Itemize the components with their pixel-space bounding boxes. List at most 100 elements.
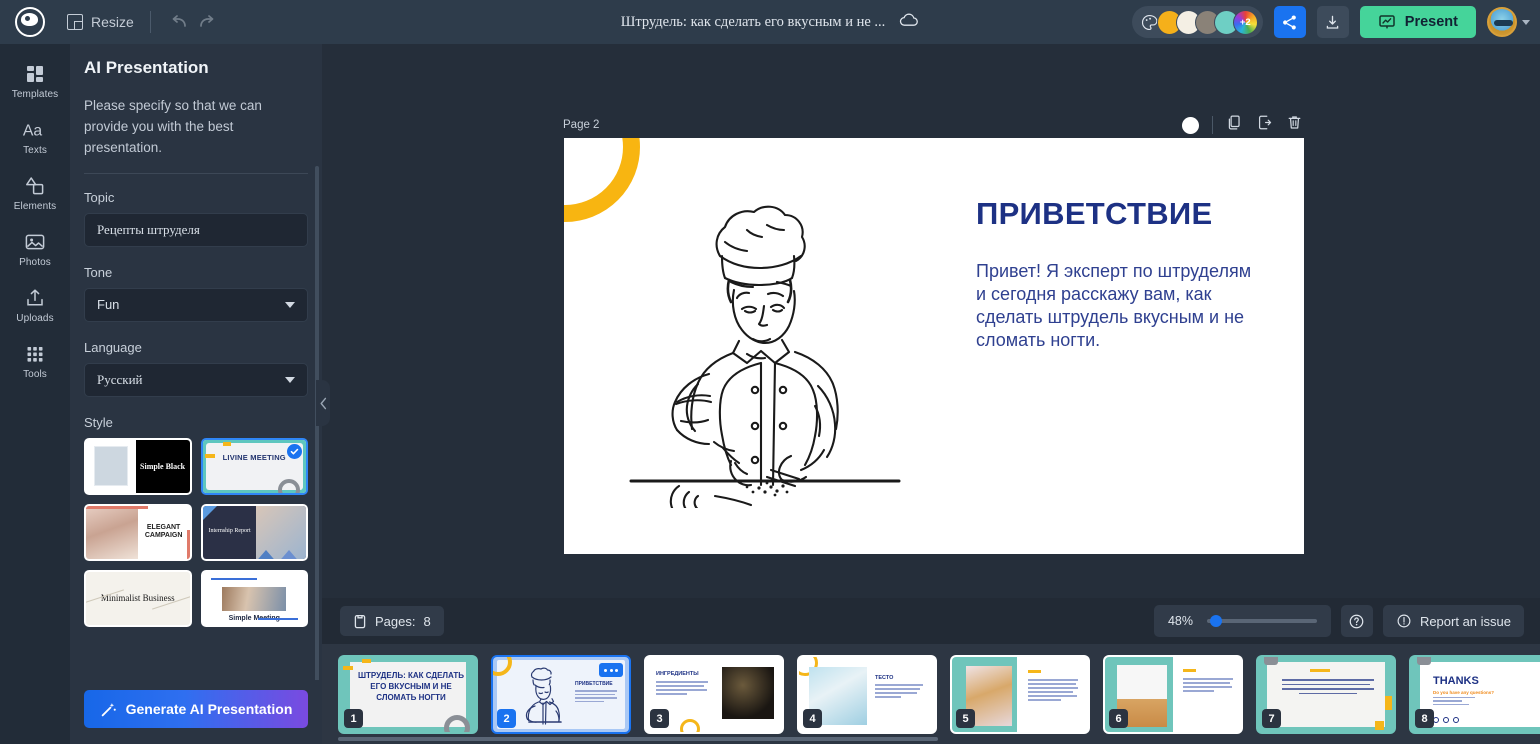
share-icon (1283, 15, 1297, 29)
export-icon (1258, 115, 1272, 130)
thumbnail-page-1[interactable]: ШТРУДЕЛЬ: КАК СДЕЛАТЬ ЕГО ВКУСНЫМ И НЕ С… (338, 655, 478, 734)
delete-page-button[interactable] (1286, 114, 1303, 136)
thumbnail-number: 6 (1109, 709, 1128, 728)
panel-title: AI Presentation (84, 58, 209, 77)
thumbnail-body-lines (656, 681, 708, 697)
topic-input[interactable] (84, 212, 308, 247)
style-card-simple-black[interactable]: Simple Black (84, 437, 192, 495)
sidebar-item-tools[interactable]: Tools (0, 334, 70, 388)
theme-palette-group[interactable]: +2 (1131, 6, 1263, 38)
style-card-label: Internship Report (208, 527, 251, 534)
palette-icon (1141, 14, 1158, 31)
sidebar-label: Templates (11, 88, 59, 100)
sidebar-item-elements[interactable]: Elements (0, 166, 70, 220)
thumbnail-strip[interactable]: ШТРУДЕЛЬ: КАК СДЕЛАТЬ ЕГО ВКУСНЫМ И НЕ С… (322, 644, 1540, 744)
sidebar-item-texts[interactable]: Aa Texts (0, 110, 70, 164)
slide-canvas[interactable]: ПРИВЕТСТВИЕ Привет! Я эксперт по штрудел… (564, 138, 1304, 554)
present-button[interactable]: Present (1359, 6, 1476, 38)
thumbnail-strip-scrollbar[interactable] (338, 737, 938, 741)
thumbnail-body-lines (1028, 679, 1078, 703)
help-icon (1350, 614, 1364, 628)
style-grid: Simple Black LIVINE MEETING ELEGANT CAMP… (84, 437, 308, 627)
style-card-simple-meeting[interactable]: Simple Meeting (200, 569, 308, 627)
elements-icon (26, 176, 44, 194)
thumbnail-page-5[interactable]: 5 (950, 655, 1090, 734)
tools-icon (27, 346, 43, 362)
redo-button[interactable] (193, 9, 219, 35)
theme-swatch-more[interactable]: +2 (1232, 9, 1258, 35)
pages-button[interactable]: Pages: 8 (340, 606, 444, 636)
pages-icon (354, 614, 366, 628)
thumbnail-page-6[interactable]: 6 (1103, 655, 1243, 734)
tone-select[interactable]: Fun (84, 287, 308, 322)
style-card-minimalist-business[interactable]: Minimalist Business (84, 569, 192, 627)
tone-value: Fun (97, 297, 120, 313)
page-label: Page 2 (563, 119, 600, 131)
thumbnail-page-8[interactable]: THANKS Do you have any questions? 8 (1409, 655, 1540, 734)
redo-icon (199, 15, 214, 27)
photos-icon (25, 234, 45, 249)
chevron-down-icon (1522, 19, 1530, 25)
thumbnail-number: 2 (497, 709, 516, 728)
zoom-slider-knob[interactable] (1209, 615, 1222, 627)
sidebar-label: Elements (13, 200, 57, 212)
sidebar-item-photos[interactable]: Photos (0, 222, 70, 276)
panel-scroll-region: Please specify so that we can provide yo… (70, 88, 322, 680)
panel-collapse-handle[interactable] (316, 380, 330, 426)
panel-divider (84, 172, 308, 174)
sidebar-item-uploads[interactable]: Uploads (0, 278, 70, 332)
help-button[interactable] (1340, 605, 1373, 637)
download-button[interactable] (1316, 6, 1349, 38)
resize-button[interactable]: Resize (67, 14, 134, 30)
generate-label: Generate AI Presentation (125, 701, 293, 717)
share-button[interactable] (1273, 6, 1306, 38)
generate-ai-presentation-button[interactable]: Generate AI Presentation (84, 690, 308, 728)
chevron-left-icon (320, 397, 326, 409)
export-page-button[interactable] (1256, 114, 1273, 136)
bottom-bar: Pages: 8 48% Report an issue (322, 598, 1540, 644)
panel-description: Please specify so that we can provide yo… (84, 98, 262, 155)
magic-wand-icon (101, 702, 116, 716)
style-card-internship-report[interactable]: Internship Report (200, 503, 308, 561)
app-logo[interactable] (15, 7, 45, 37)
zoom-slider[interactable] (1206, 615, 1317, 627)
thumbnail-page-4[interactable]: ТЕСТО 4 (797, 655, 937, 734)
texts-icon: Aa (23, 122, 43, 139)
topbar-actions: +2 Present (1131, 0, 1530, 44)
style-thumb-image (222, 586, 287, 611)
tone-label: Tone (84, 264, 113, 280)
document-title[interactable]: Штрудель: как сделать его вкусным и не .… (621, 14, 886, 31)
thumbnail-subtitle: Do you have any questions? (1433, 690, 1495, 695)
style-thumb-image (86, 505, 138, 559)
undo-button[interactable] (167, 9, 193, 35)
thumbnail-more-menu[interactable] (599, 663, 623, 677)
thumbnail-social-icons (1433, 717, 1459, 723)
resize-label: Resize (91, 14, 134, 30)
thumbnail-body-lines (875, 684, 923, 700)
thumbnail-number: 1 (344, 709, 363, 728)
slide-body-text[interactable]: Привет! Я эксперт по штруделям и сегодня… (976, 260, 1266, 352)
thumbnail-number: 8 (1415, 709, 1434, 728)
cloud-saved-icon[interactable] (899, 12, 919, 33)
style-card-livine-meeting[interactable]: LIVINE MEETING (200, 437, 308, 495)
chevron-down-icon (285, 376, 295, 383)
thumbnail-page-7[interactable]: 7 (1256, 655, 1396, 734)
slide-heading[interactable]: ПРИВЕТСТВИЕ (976, 196, 1266, 232)
report-issue-button[interactable]: Report an issue (1382, 605, 1524, 637)
thumbnail-page-2[interactable]: ПРИВЕТСТВИЕ 2 (491, 655, 631, 734)
page-tools (1182, 114, 1303, 136)
style-card-label: Minimalist Business (100, 593, 175, 604)
user-menu[interactable] (1487, 7, 1530, 37)
thumbnail-page-3[interactable]: ИНГРЕДИЕНТЫ 3 (644, 655, 784, 734)
topic-label: Topic (84, 189, 115, 205)
language-value: Русский (97, 371, 143, 387)
svg-text:Aa: Aa (23, 122, 43, 139)
chef-illustration[interactable] (619, 178, 909, 519)
sidebar-item-templates[interactable]: Templates (0, 54, 70, 108)
record-dot-icon[interactable] (1182, 116, 1199, 134)
duplicate-page-button[interactable] (1226, 114, 1243, 136)
uploads-icon (27, 288, 43, 306)
style-card-elegant-campaign[interactable]: ELEGANT CAMPAIGN (84, 503, 192, 561)
language-select[interactable]: Русский (84, 362, 308, 397)
thumbnail-number: 5 (956, 709, 975, 728)
